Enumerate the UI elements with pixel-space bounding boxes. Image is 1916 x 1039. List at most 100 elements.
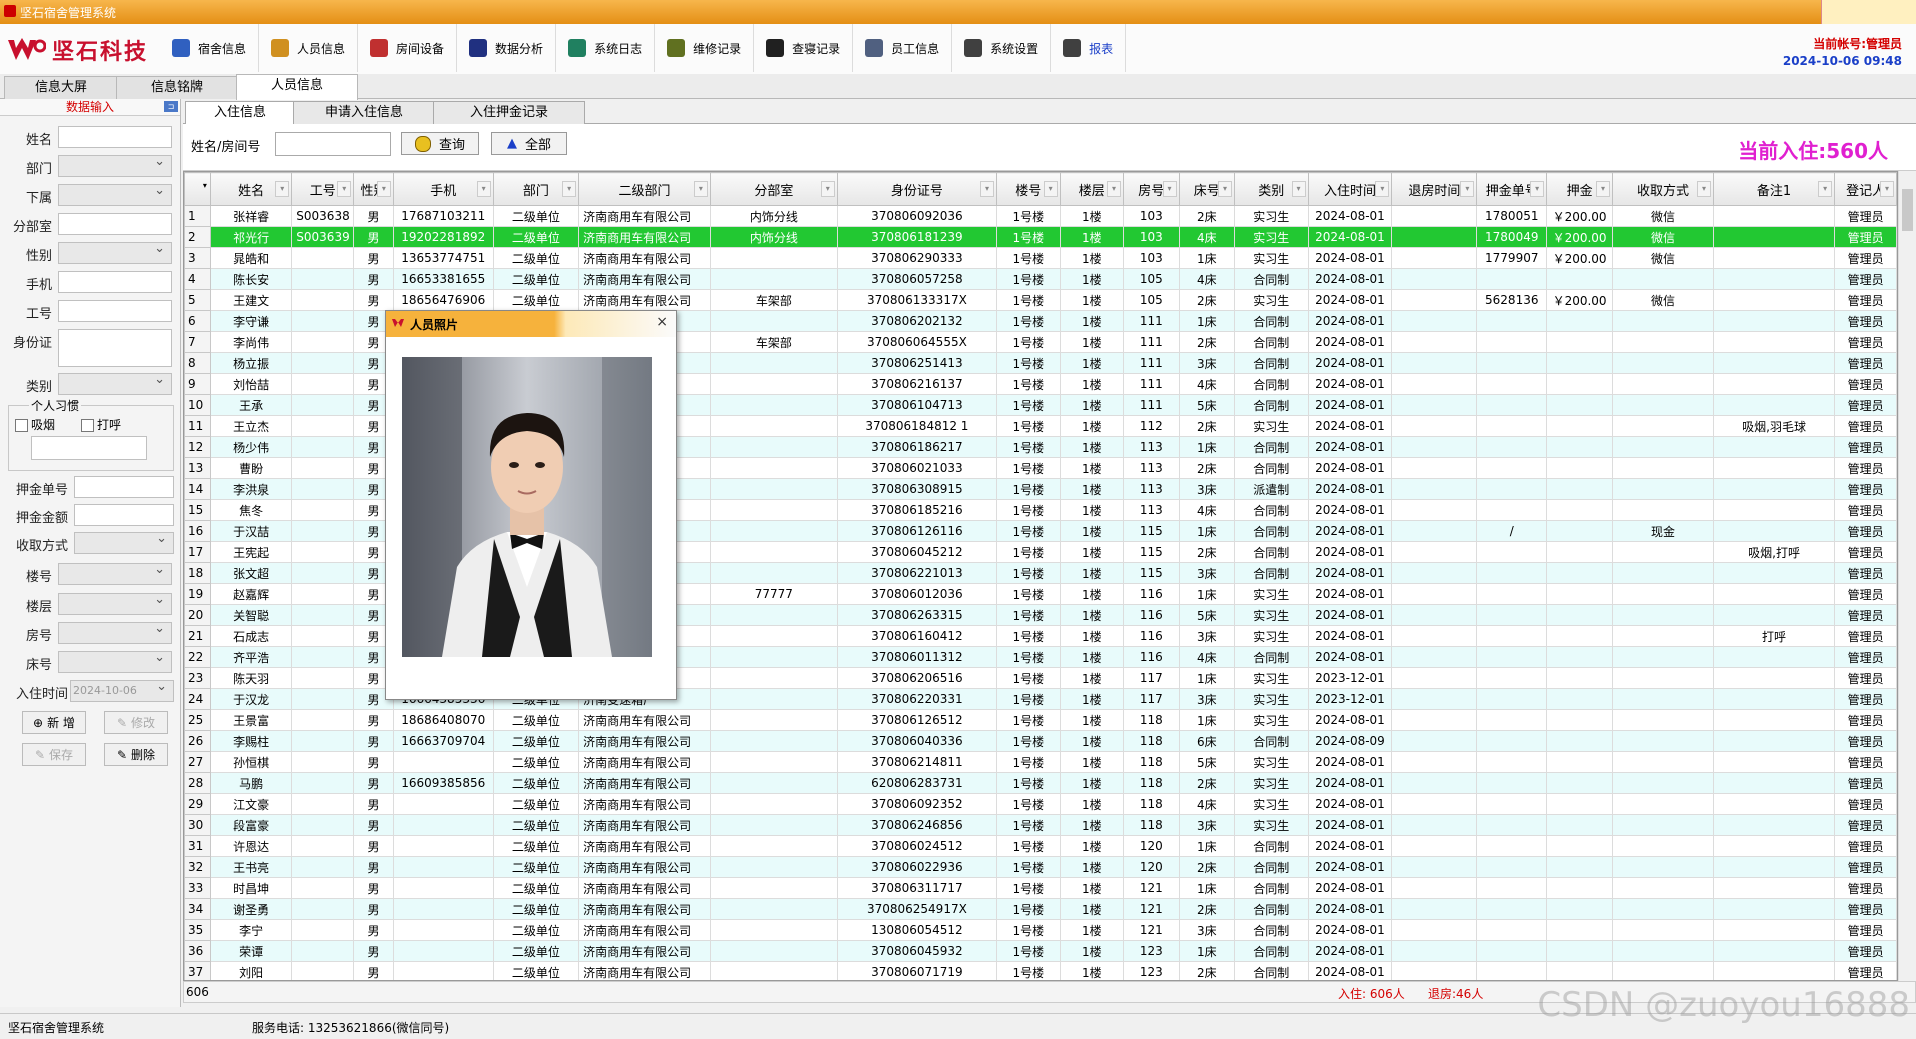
cell-department[interactable]: 二级单位 (492, 751, 580, 773)
cell-branch[interactable] (709, 730, 838, 752)
cell-payment-method[interactable] (1612, 898, 1714, 920)
cell-room[interactable]: 113 (1122, 436, 1180, 458)
cell-floor[interactable]: 1楼 (1059, 940, 1124, 962)
phone-input[interactable] (58, 271, 172, 293)
tab-deposit-records[interactable]: 入住押金记录 (433, 101, 585, 124)
tab-checkin-applications[interactable]: 申请入住信息 (293, 101, 435, 124)
cell-phone[interactable]: 16653381655 (392, 268, 494, 290)
cell-deposit-no[interactable] (1476, 961, 1548, 980)
cell-name[interactable]: 杨少伟 (209, 436, 293, 458)
cell-payment-method[interactable] (1612, 415, 1714, 437)
cell-row-num[interactable]: 14 (184, 478, 211, 500)
cell-floor[interactable]: 1楼 (1059, 667, 1124, 689)
cell-registrar[interactable]: 管理员 (1834, 226, 1897, 248)
cell-checkout-date[interactable] (1391, 268, 1478, 290)
cell-deposit[interactable] (1546, 436, 1613, 458)
cell-remark[interactable] (1712, 205, 1836, 227)
cell-checkout-date[interactable] (1391, 877, 1478, 899)
cell-checkin-date[interactable]: 2024-08-01 (1307, 436, 1393, 458)
table-row[interactable]: 29 江文豪 男 二级单位 济南商用车有限公司 370806092352 1号楼 1楼 118 4… (184, 793, 1897, 815)
cell-room[interactable]: 113 (1122, 499, 1180, 521)
cell-bed[interactable]: 5床 (1178, 394, 1236, 416)
cell-employee-id[interactable] (291, 856, 355, 878)
cell-bed[interactable]: 1床 (1178, 310, 1236, 332)
cell-floor[interactable]: 1楼 (1059, 289, 1124, 311)
cell-floor[interactable]: 1楼 (1059, 646, 1124, 668)
scroll-thumb[interactable] (1902, 189, 1913, 231)
cell-id-card[interactable]: 370806184812 1 (836, 415, 998, 437)
cell-branch[interactable] (709, 562, 838, 584)
cell-registrar[interactable]: 管理员 (1834, 961, 1897, 980)
cell-deposit-no[interactable] (1476, 730, 1548, 752)
table-row[interactable]: 31 许恩达 男 二级单位 济南商用车有限公司 370806024512 1号楼 1楼 120 1… (184, 835, 1897, 857)
cell-employee-id[interactable] (291, 394, 355, 416)
cell-registrar[interactable]: 管理员 (1834, 499, 1897, 521)
cell-checkout-date[interactable] (1391, 835, 1478, 857)
cell-checkout-date[interactable] (1391, 604, 1478, 626)
cell-row-num[interactable]: 30 (184, 814, 211, 836)
cell-building[interactable]: 1号楼 (996, 415, 1061, 437)
cell-checkout-date[interactable] (1391, 919, 1478, 941)
cell-deposit-no[interactable] (1476, 457, 1548, 479)
cell-remark[interactable] (1712, 352, 1836, 374)
cell-branch[interactable] (709, 352, 838, 374)
cell-name[interactable]: 齐平浩 (209, 646, 293, 668)
cell-employee-id[interactable] (291, 772, 355, 794)
cell-deposit-no[interactable] (1476, 814, 1548, 836)
col-header-sub-department[interactable]: 二级部门 ▾ (578, 172, 711, 206)
cell-deposit-no[interactable] (1476, 310, 1548, 332)
cell-payment-method[interactable] (1612, 310, 1714, 332)
cell-employee-id[interactable] (291, 373, 355, 395)
cell-gender[interactable]: 男 (353, 898, 394, 920)
delete-button[interactable]: ✎ 删除 (104, 743, 168, 766)
cell-gender[interactable]: 男 (353, 919, 394, 941)
cell-bed[interactable]: 3床 (1178, 478, 1236, 500)
cell-floor[interactable]: 1楼 (1059, 247, 1124, 269)
cell-payment-method[interactable] (1612, 394, 1714, 416)
tab-checkin-info[interactable]: 入住信息 (185, 101, 295, 124)
cell-payment-method[interactable] (1612, 268, 1714, 290)
cell-remark[interactable] (1712, 814, 1836, 836)
cell-room[interactable]: 123 (1122, 961, 1180, 980)
cell-category[interactable]: 合同制 (1234, 877, 1309, 899)
cell-deposit[interactable] (1546, 520, 1613, 542)
cell-checkin-date[interactable]: 2024-08-01 (1307, 247, 1393, 269)
cell-deposit[interactable] (1546, 898, 1613, 920)
cell-room[interactable]: 105 (1122, 289, 1180, 311)
data-analysis-button[interactable]: 数据分析 (457, 24, 557, 72)
cell-sub-department[interactable]: 济南商用车有限公司 (578, 751, 711, 773)
cell-gender[interactable]: 男 (353, 226, 394, 248)
cell-bed[interactable]: 3床 (1178, 562, 1236, 584)
cell-id-card[interactable]: 370806251413 (836, 352, 998, 374)
cell-room[interactable]: 120 (1122, 856, 1180, 878)
cell-floor[interactable]: 1楼 (1059, 730, 1124, 752)
cell-phone[interactable] (392, 940, 494, 962)
cell-building[interactable]: 1号楼 (996, 436, 1061, 458)
cell-room[interactable]: 118 (1122, 814, 1180, 836)
cell-deposit[interactable] (1546, 415, 1613, 437)
cell-branch[interactable] (709, 436, 838, 458)
cell-checkin-date[interactable]: 2024-08-01 (1307, 541, 1393, 563)
cell-payment-method[interactable] (1612, 961, 1714, 980)
cell-registrar[interactable]: 管理员 (1834, 793, 1897, 815)
cell-category[interactable]: 实习生 (1234, 688, 1309, 710)
smoke-checkbox-wrap[interactable]: 吸烟 (15, 416, 55, 433)
cell-category[interactable]: 合同制 (1234, 730, 1309, 752)
cell-room[interactable]: 118 (1122, 730, 1180, 752)
cell-room[interactable]: 118 (1122, 793, 1180, 815)
cell-room[interactable]: 103 (1122, 205, 1180, 227)
cell-checkout-date[interactable] (1391, 898, 1478, 920)
cell-employee-id[interactable] (291, 730, 355, 752)
cell-payment-method[interactable]: 微信 (1612, 289, 1714, 311)
col-header-branch[interactable]: 分部室 ▾ (709, 172, 838, 206)
cell-phone[interactable] (392, 793, 494, 815)
cell-row-num[interactable]: 11 (184, 415, 211, 437)
branch-input[interactable] (58, 213, 172, 235)
cell-building[interactable]: 1号楼 (996, 940, 1061, 962)
cell-gender[interactable]: 男 (353, 709, 394, 731)
cell-deposit-no[interactable] (1476, 541, 1548, 563)
cell-checkin-date[interactable]: 2024-08-01 (1307, 226, 1393, 248)
cell-employee-id[interactable] (291, 289, 355, 311)
cell-registrar[interactable]: 管理员 (1834, 373, 1897, 395)
cell-deposit-no[interactable]: 1779907 (1476, 247, 1548, 269)
